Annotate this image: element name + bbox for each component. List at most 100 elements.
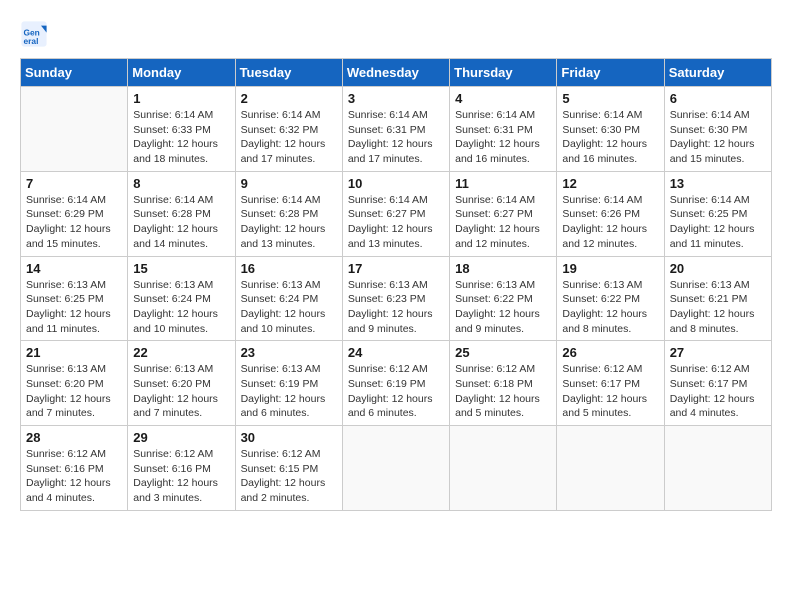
day-info: Sunrise: 6:12 AMSunset: 6:16 PMDaylight:… [133, 447, 229, 506]
table-row: 21 Sunrise: 6:13 AMSunset: 6:20 PMDayligh… [21, 341, 128, 426]
table-row: 17Sunrise: 6:13 AMSunset: 6:23 PMDayligh… [342, 256, 449, 341]
table-row: 22Sunrise: 6:13 AMSunset: 6:20 PMDayligh… [128, 341, 235, 426]
day-number: 24 [348, 345, 444, 360]
day-info: Sunrise: 6:14 AMSunset: 6:27 PMDaylight:… [455, 193, 551, 252]
table-row: 18 Sunrise: 6:13 AMSunset: 6:22 PMDayligh… [450, 256, 557, 341]
table-row: 13 Sunrise: 6:14 AMSunset: 6:25 PMDayligh… [664, 171, 771, 256]
calendar: SundayMondayTuesdayWednesdayThursdayFrid… [20, 58, 772, 511]
table-row: 14 Sunrise: 6:13 AMSunset: 6:25 PMDayligh… [21, 256, 128, 341]
day-number: 3 [348, 91, 444, 106]
svg-text:eral: eral [24, 36, 39, 46]
table-row: 6 Sunrise: 6:14 AMSunset: 6:30 PMDaylight… [664, 87, 771, 172]
table-row: 27 Sunrise: 6:12 AMSunset: 6:17 PMDayligh… [664, 341, 771, 426]
day-number: 1 [133, 91, 229, 106]
week-row-3: 14 Sunrise: 6:13 AMSunset: 6:25 PMDayligh… [21, 256, 772, 341]
day-number: 7 [26, 176, 122, 191]
day-info: Sunrise: 6:14 AMSunset: 6:30 PMDaylight:… [562, 108, 658, 167]
day-info: Sunrise: 6:12 AMSunset: 6:16 PMDaylight:… [26, 447, 122, 506]
weekday-header-friday: Friday [557, 59, 664, 87]
table-row: 15 Sunrise: 6:13 AMSunset: 6:24 PMDayligh… [128, 256, 235, 341]
day-info: Sunrise: 6:13 AMSunset: 6:24 PMDaylight:… [133, 278, 229, 337]
day-info: Sunrise: 6:14 AMSunset: 6:29 PMDaylight:… [26, 193, 122, 252]
day-number: 11 [455, 176, 551, 191]
weekday-header-tuesday: Tuesday [235, 59, 342, 87]
day-info: Sunrise: 6:13 AMSunset: 6:25 PMDaylight:… [26, 278, 122, 337]
day-number: 2 [241, 91, 337, 106]
day-info: Sunrise: 6:14 AMSunset: 6:31 PMDaylight:… [455, 108, 551, 167]
table-row [664, 426, 771, 511]
table-row: 28Sunrise: 6:12 AMSunset: 6:16 PMDayligh… [21, 426, 128, 511]
table-row [342, 426, 449, 511]
day-number: 27 [670, 345, 766, 360]
day-info: Sunrise: 6:14 AMSunset: 6:30 PMDaylight:… [670, 108, 766, 167]
table-row: 29Sunrise: 6:12 AMSunset: 6:16 PMDayligh… [128, 426, 235, 511]
day-number: 6 [670, 91, 766, 106]
day-number: 16 [241, 261, 337, 276]
day-info: Sunrise: 6:12 AMSunset: 6:19 PMDaylight:… [348, 362, 444, 421]
weekday-header-saturday: Saturday [664, 59, 771, 87]
table-row: 20 Sunrise: 6:13 AMSunset: 6:21 PMDayligh… [664, 256, 771, 341]
day-info: Sunrise: 6:12 AMSunset: 6:15 PMDaylight:… [241, 447, 337, 506]
day-info: Sunrise: 6:14 AMSunset: 6:31 PMDaylight:… [348, 108, 444, 167]
weekday-header-row: SundayMondayTuesdayWednesdayThursdayFrid… [21, 59, 772, 87]
day-number: 8 [133, 176, 229, 191]
day-number: 18 [455, 261, 551, 276]
day-number: 4 [455, 91, 551, 106]
day-info: Sunrise: 6:14 AMSunset: 6:32 PMDaylight:… [241, 108, 337, 167]
week-row-2: 7 Sunrise: 6:14 AMSunset: 6:29 PMDaylight… [21, 171, 772, 256]
day-number: 19 [562, 261, 658, 276]
weekday-header-thursday: Thursday [450, 59, 557, 87]
day-number: 15 [133, 261, 229, 276]
day-number: 5 [562, 91, 658, 106]
day-info: Sunrise: 6:14 AMSunset: 6:28 PMDaylight:… [133, 193, 229, 252]
day-info: Sunrise: 6:14 AMSunset: 6:28 PMDaylight:… [241, 193, 337, 252]
table-row: 4 Sunrise: 6:14 AMSunset: 6:31 PMDaylight… [450, 87, 557, 172]
logo: Gen eral [20, 20, 52, 48]
day-info: Sunrise: 6:12 AMSunset: 6:17 PMDaylight:… [562, 362, 658, 421]
day-number: 22 [133, 345, 229, 360]
weekday-header-sunday: Sunday [21, 59, 128, 87]
day-info: Sunrise: 6:13 AMSunset: 6:22 PMDaylight:… [455, 278, 551, 337]
table-row: 11 Sunrise: 6:14 AMSunset: 6:27 PMDayligh… [450, 171, 557, 256]
day-info: Sunrise: 6:13 AMSunset: 6:20 PMDaylight:… [26, 362, 122, 421]
day-info: Sunrise: 6:12 AMSunset: 6:17 PMDaylight:… [670, 362, 766, 421]
day-number: 25 [455, 345, 551, 360]
table-row: 1 Sunrise: 6:14 AMSunset: 6:33 PMDaylight… [128, 87, 235, 172]
day-number: 30 [241, 430, 337, 445]
day-info: Sunrise: 6:13 AMSunset: 6:23 PMDaylight:… [348, 278, 444, 337]
day-info: Sunrise: 6:13 AMSunset: 6:19 PMDaylight:… [241, 362, 337, 421]
weekday-header-monday: Monday [128, 59, 235, 87]
day-info: Sunrise: 6:14 AMSunset: 6:27 PMDaylight:… [348, 193, 444, 252]
day-number: 23 [241, 345, 337, 360]
week-row-4: 21 Sunrise: 6:13 AMSunset: 6:20 PMDayligh… [21, 341, 772, 426]
day-number: 13 [670, 176, 766, 191]
day-number: 10 [348, 176, 444, 191]
day-info: Sunrise: 6:13 AMSunset: 6:24 PMDaylight:… [241, 278, 337, 337]
table-row: 8 Sunrise: 6:14 AMSunset: 6:28 PMDaylight… [128, 171, 235, 256]
week-row-1: 1 Sunrise: 6:14 AMSunset: 6:33 PMDaylight… [21, 87, 772, 172]
day-number: 20 [670, 261, 766, 276]
day-info: Sunrise: 6:13 AMSunset: 6:21 PMDaylight:… [670, 278, 766, 337]
day-number: 26 [562, 345, 658, 360]
table-row: 12Sunrise: 6:14 AMSunset: 6:26 PMDayligh… [557, 171, 664, 256]
table-row [450, 426, 557, 511]
day-number: 14 [26, 261, 122, 276]
day-info: Sunrise: 6:14 AMSunset: 6:25 PMDaylight:… [670, 193, 766, 252]
week-row-5: 28Sunrise: 6:12 AMSunset: 6:16 PMDayligh… [21, 426, 772, 511]
day-number: 9 [241, 176, 337, 191]
table-row [21, 87, 128, 172]
day-number: 21 [26, 345, 122, 360]
table-row: 19Sunrise: 6:13 AMSunset: 6:22 PMDayligh… [557, 256, 664, 341]
table-row: 7 Sunrise: 6:14 AMSunset: 6:29 PMDaylight… [21, 171, 128, 256]
day-info: Sunrise: 6:14 AMSunset: 6:26 PMDaylight:… [562, 193, 658, 252]
day-info: Sunrise: 6:14 AMSunset: 6:33 PMDaylight:… [133, 108, 229, 167]
day-info: Sunrise: 6:12 AMSunset: 6:18 PMDaylight:… [455, 362, 551, 421]
logo-icon: Gen eral [20, 20, 48, 48]
table-row: 3 Sunrise: 6:14 AMSunset: 6:31 PMDaylight… [342, 87, 449, 172]
table-row: 23 Sunrise: 6:13 AMSunset: 6:19 PMDayligh… [235, 341, 342, 426]
table-row: 25 Sunrise: 6:12 AMSunset: 6:18 PMDayligh… [450, 341, 557, 426]
table-row: 24 Sunrise: 6:12 AMSunset: 6:19 PMDayligh… [342, 341, 449, 426]
table-row: 30 Sunrise: 6:12 AMSunset: 6:15 PMDayligh… [235, 426, 342, 511]
table-row: 16 Sunrise: 6:13 AMSunset: 6:24 PMDayligh… [235, 256, 342, 341]
table-row: 2 Sunrise: 6:14 AMSunset: 6:32 PMDaylight… [235, 87, 342, 172]
